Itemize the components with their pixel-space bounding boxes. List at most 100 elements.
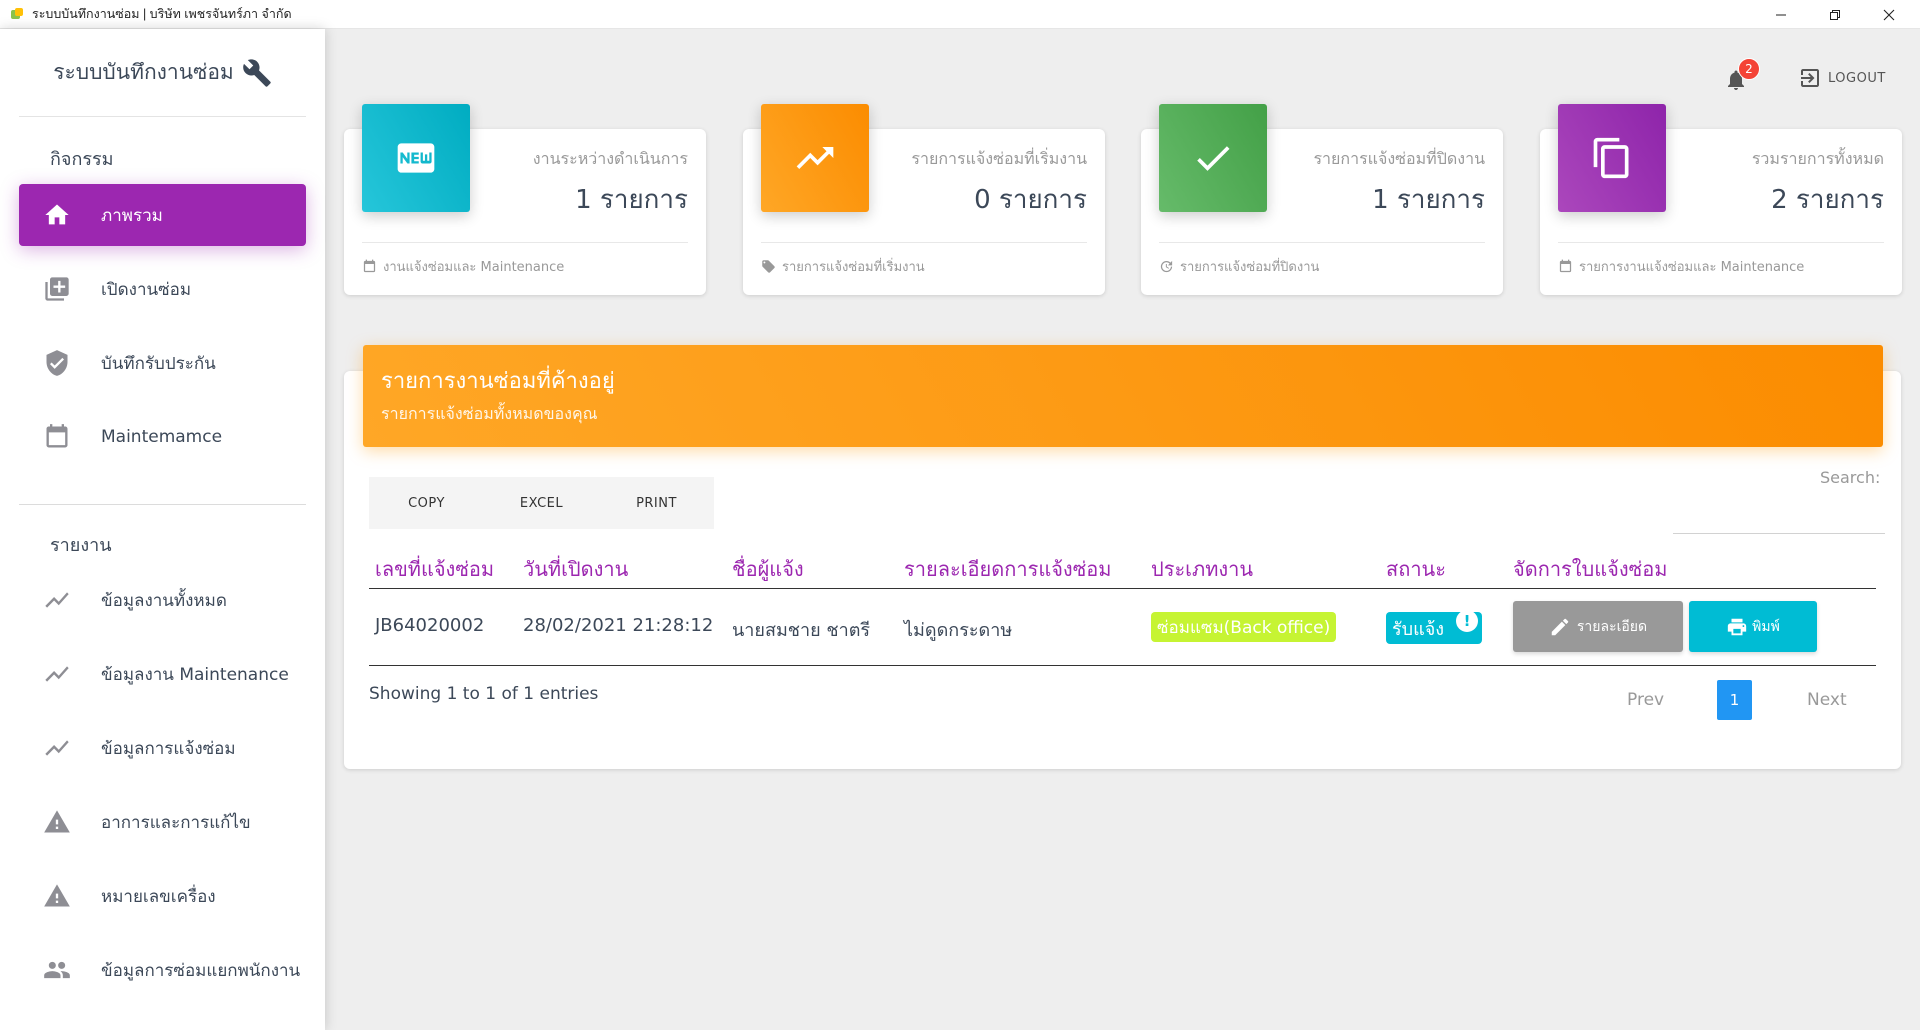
sidebar-item-open-repair[interactable]: เปิดงานซ่อม [19,258,306,320]
calendar-icon [363,259,376,273]
stat-card-total: รวมรายการทั้งหมด 2 รายการ รายการงานแจ้งซ… [1540,104,1902,295]
brand[interactable]: ระบบบันทึกงานซ่อม [19,29,306,117]
new-icon [397,143,435,173]
stat-footer-label: งานแจ้งซ่อมและ Maintenance [383,260,565,275]
sidebar-item-maintenance[interactable]: Maintemamce [19,406,306,468]
detail-button-label: รายละเอียด [1576,618,1648,635]
table-export-buttons: COPY EXCEL PRINT [369,477,714,529]
sidebar-item-overview[interactable]: ภาพรวม [19,184,306,246]
sidebar-item-label: Maintemamce [101,427,223,447]
sidebar-item-maintenance-data[interactable]: ข้อมูลงาน Maintenance [19,643,306,705]
stat-tile [362,104,470,212]
column-header-type[interactable]: ประเภทงาน [1151,553,1253,585]
panel-header: รายการงานซ่อมที่ค้างอยู่ รายการแจ้งซ่อมท… [363,345,1883,447]
column-header-job-no[interactable]: เลขที่แจ้งซ่อม [375,553,494,585]
column-header-reporter[interactable]: ชื่อผู้แจ้ง [732,553,804,585]
tag-icon [762,260,775,273]
calendar-icon [43,423,71,451]
cell-date: 28/02/2021 21:28:12 [523,615,714,636]
table-bottom-line [369,665,1876,666]
panel-subtitle: รายการแจ้งซ่อมทั้งหมดของคุณ [381,404,598,423]
stat-value: 0 รายการ [974,185,1087,215]
section-activity: กิจกรรม [50,149,114,170]
logout-button[interactable]: LOGOUT [1798,66,1886,90]
people-icon [43,956,71,984]
search-label: Search: [1820,468,1881,487]
printer-icon [1727,618,1747,635]
stat-category: รายการแจ้งซ่อมที่เริ่มงาน [911,149,1087,168]
trend-icon [43,586,71,614]
pagination-next[interactable]: Next [1807,690,1847,710]
detail-button[interactable]: รายละเอียด [1513,601,1683,652]
wrench-icon [242,58,271,87]
sidebar-item-warranty[interactable]: บันทึกรับประกัน [19,332,306,394]
sidebar-item-label: อาการและการแก้ไข [101,812,251,833]
trending-up-icon [796,147,834,169]
column-header-date[interactable]: วันที่เปิดงาน [523,553,628,585]
print-button-label: พิมพ์ [1752,618,1780,635]
sidebar-item-label: บันทึกรับประกัน [101,353,216,374]
update-icon [1160,260,1173,273]
sidebar-item-repair-requests[interactable]: ข้อมูลการแจ้งซ่อม [19,717,306,779]
sidebar-item-label: ข้อมูลการแจ้งซ่อม [101,738,236,759]
table-info: Showing 1 to 1 of 1 entries [369,684,599,704]
sidebar: ระบบบันทึกงานซ่อม กิจกรรม ภาพรวม เปิดงาน… [0,29,325,1030]
stat-value: 1 รายการ [1372,185,1485,215]
stat-category: รวมรายการทั้งหมด [1751,149,1884,168]
status-badge: รับแจ้ง ! [1386,610,1482,644]
stat-category: รายการแจ้งซ่อมที่ปิดงาน [1313,149,1485,168]
sidebar-item-symptoms[interactable]: อาการและการแก้ไข [19,791,306,853]
trend-icon [43,734,71,762]
notification-button[interactable]: 2 [1722,58,1760,94]
home-icon [43,201,71,229]
stat-footer: รายการงานแจ้งซ่อมและ Maintenance [1558,242,1884,277]
panel-title: รายการงานซ่อมที่ค้างอยู่ [381,369,615,394]
status-label: รับแจ้ง [1392,618,1445,640]
excel-button[interactable]: EXCEL [484,496,599,511]
logout-label: LOGOUT [1828,70,1886,86]
notification-badge: 2 [1738,58,1760,80]
stat-card-in-progress: งานระหว่างดำเนินการ 1 รายการ งานแจ้งซ่อม… [344,104,706,295]
print-button[interactable]: PRINT [599,496,714,511]
check-icon [1197,146,1230,171]
edit-icon [1551,618,1569,635]
add-box-icon [43,275,71,303]
window-titlebar: ระบบบันทึกงานซ่อม | บริษัท เพชรจันทร์ภา … [0,0,1920,29]
pagination-prev[interactable]: Prev [1627,690,1664,710]
stat-tile [1159,104,1267,212]
cell-job-no: JB64020002 [375,615,485,636]
brand-title: ระบบบันทึกงานซ่อม [53,60,234,84]
shield-icon [43,349,71,377]
print-job-button[interactable]: พิมพ์ [1689,601,1817,652]
sidebar-item-all-jobs[interactable]: ข้อมูลงานทั้งหมด [19,569,306,631]
copy-button[interactable]: COPY [369,496,484,511]
stat-value: 2 รายการ [1771,185,1884,215]
table-header-line [369,588,1876,589]
sidebar-divider [19,504,306,505]
stat-card-started: รายการแจ้งซ่อมที่เริ่มงาน 0 รายการ รายกา… [743,104,1105,295]
close-button[interactable] [1866,0,1912,29]
search-input[interactable] [1673,502,1885,534]
restore-button[interactable] [1812,0,1858,29]
pagination-page-1[interactable]: 1 [1717,680,1752,720]
restore-icon [1830,9,1840,20]
cell-reporter: นายสมชาย ชาตรี [732,620,871,641]
stat-card-closed: รายการแจ้งซ่อมที่ปิดงาน 1 รายการ รายการแ… [1141,104,1503,295]
column-header-status[interactable]: สถานะ [1386,553,1446,585]
stat-footer: รายการแจ้งซ่อมที่ปิดงาน [1159,242,1485,277]
app-icon [11,8,23,19]
column-header-actions[interactable]: จัดการใบแจ้งซ่อม [1513,553,1667,585]
minimize-button[interactable] [1758,0,1804,29]
stat-category: งานระหว่างดำเนินการ [532,149,688,168]
sidebar-item-by-employee[interactable]: ข้อมูลการซ่อมแยกพนักงาน [19,939,306,1001]
minimize-icon [1776,14,1786,15]
stat-footer: รายการแจ้งซ่อมที่เริ่มงาน [761,242,1087,277]
sidebar-item-label: ภาพรวม [101,205,163,226]
stat-value: 1 รายการ [575,185,688,215]
column-header-detail[interactable]: รายละเอียดการแจ้งซ่อม [904,553,1111,585]
warning-icon [43,808,71,836]
sidebar-item-serial-number[interactable]: หมายเลขเครื่อง [19,865,306,927]
trend-icon [43,660,71,688]
sidebar-item-label: หมายเลขเครื่อง [101,886,216,907]
stat-footer-label: รายการแจ้งซ่อมที่ปิดงาน [1180,260,1320,275]
